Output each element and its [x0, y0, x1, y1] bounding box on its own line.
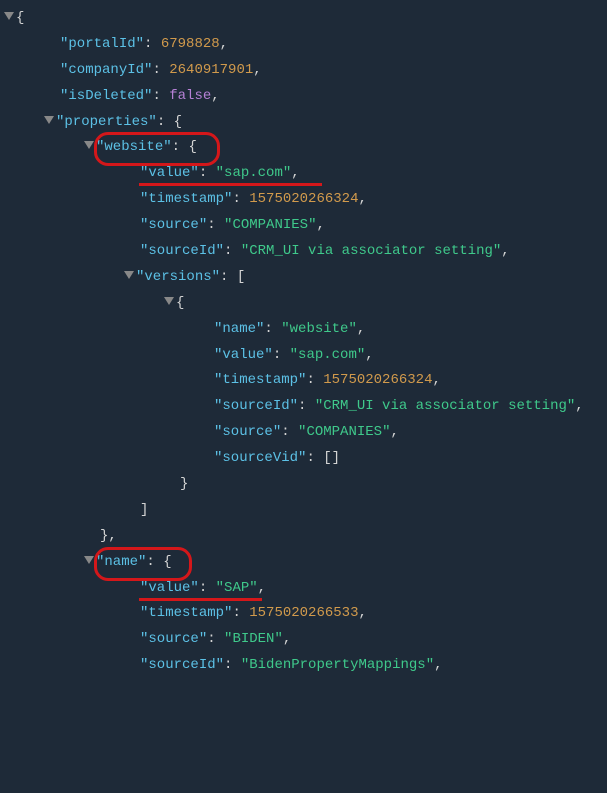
json-key: companyId: [68, 62, 144, 78]
json-number: 1575020266533: [249, 605, 358, 621]
json-line: "value": "sap.com",: [4, 161, 607, 187]
json-line: "value": "sap.com",: [4, 343, 607, 369]
json-key: value: [148, 580, 190, 596]
json-string: sap.com: [298, 347, 357, 363]
json-string: SAP: [224, 580, 249, 596]
json-key: website: [104, 139, 163, 155]
json-key: sourceVid: [222, 450, 298, 466]
collapse-toggle-icon[interactable]: [4, 12, 14, 20]
json-line: "sourceId": "CRM_UI via associator setti…: [4, 394, 607, 420]
json-line: "timestamp": 1575020266324,: [4, 368, 607, 394]
collapse-toggle-icon[interactable]: [164, 297, 174, 305]
json-number: 1575020266324: [323, 372, 432, 388]
json-key: timestamp: [222, 372, 298, 388]
json-key: isDeleted: [68, 88, 144, 104]
json-key: sourceId: [148, 243, 215, 259]
json-line: "source": "COMPANIES",: [4, 420, 607, 446]
json-key: timestamp: [148, 191, 224, 207]
annotation-underline: [139, 183, 322, 186]
json-string: CRM_UI via associator setting: [249, 243, 493, 259]
json-key: portalId: [68, 36, 135, 52]
json-key: properties: [64, 114, 148, 130]
json-number: 2640917901: [169, 62, 253, 78]
annotation-underline: [139, 598, 262, 601]
json-string: BidenPropertyMappings: [249, 657, 425, 673]
json-viewer: { "portalId": 6798828, "companyId": 2640…: [0, 0, 607, 679]
collapse-toggle-icon[interactable]: [44, 116, 54, 124]
json-line: },: [4, 524, 607, 550]
json-string: COMPANIES: [306, 424, 382, 440]
json-line: ]: [4, 498, 607, 524]
json-key: name: [222, 321, 256, 337]
json-line: "companyId": 2640917901,: [4, 58, 607, 84]
json-string: sap.com: [224, 165, 283, 181]
json-string: COMPANIES: [232, 217, 308, 233]
json-line: "source": "COMPANIES",: [4, 213, 607, 239]
json-key: versions: [144, 269, 211, 285]
json-line: {: [4, 291, 607, 317]
json-key: source: [222, 424, 272, 440]
json-line: "website": {: [4, 135, 607, 161]
json-line: "sourceVid": []: [4, 446, 607, 472]
json-line: "properties": {: [4, 110, 607, 136]
json-line: }: [4, 472, 607, 498]
json-key: source: [148, 631, 198, 647]
collapse-toggle-icon[interactable]: [124, 271, 134, 279]
json-key: sourceId: [148, 657, 215, 673]
json-key: timestamp: [148, 605, 224, 621]
json-key: source: [148, 217, 198, 233]
collapse-toggle-icon[interactable]: [84, 556, 94, 564]
json-string: CRM_UI via associator setting: [323, 398, 567, 414]
json-line: "source": "BIDEN",: [4, 627, 607, 653]
json-keyword: false: [169, 88, 211, 104]
json-key: value: [148, 165, 190, 181]
json-string: website: [290, 321, 349, 337]
json-line: "value": "SAP",: [4, 576, 607, 602]
json-key: sourceId: [222, 398, 289, 414]
json-line: "sourceId": "BidenPropertyMappings",: [4, 653, 607, 679]
json-line: "name": {: [4, 550, 607, 576]
json-line: "versions": [: [4, 265, 607, 291]
json-key: value: [222, 347, 264, 363]
json-number: 6798828: [161, 36, 220, 52]
json-number: 1575020266324: [249, 191, 358, 207]
json-line: "name": "website",: [4, 317, 607, 343]
json-line: "timestamp": 1575020266533,: [4, 601, 607, 627]
json-line: "sourceId": "CRM_UI via associator setti…: [4, 239, 607, 265]
collapse-toggle-icon[interactable]: [84, 141, 94, 149]
json-line: "timestamp": 1575020266324,: [4, 187, 607, 213]
json-string: BIDEN: [232, 631, 274, 647]
json-line: "portalId": 6798828,: [4, 32, 607, 58]
json-key: name: [104, 554, 138, 570]
json-line: "isDeleted": false,: [4, 84, 607, 110]
json-line: {: [4, 6, 607, 32]
